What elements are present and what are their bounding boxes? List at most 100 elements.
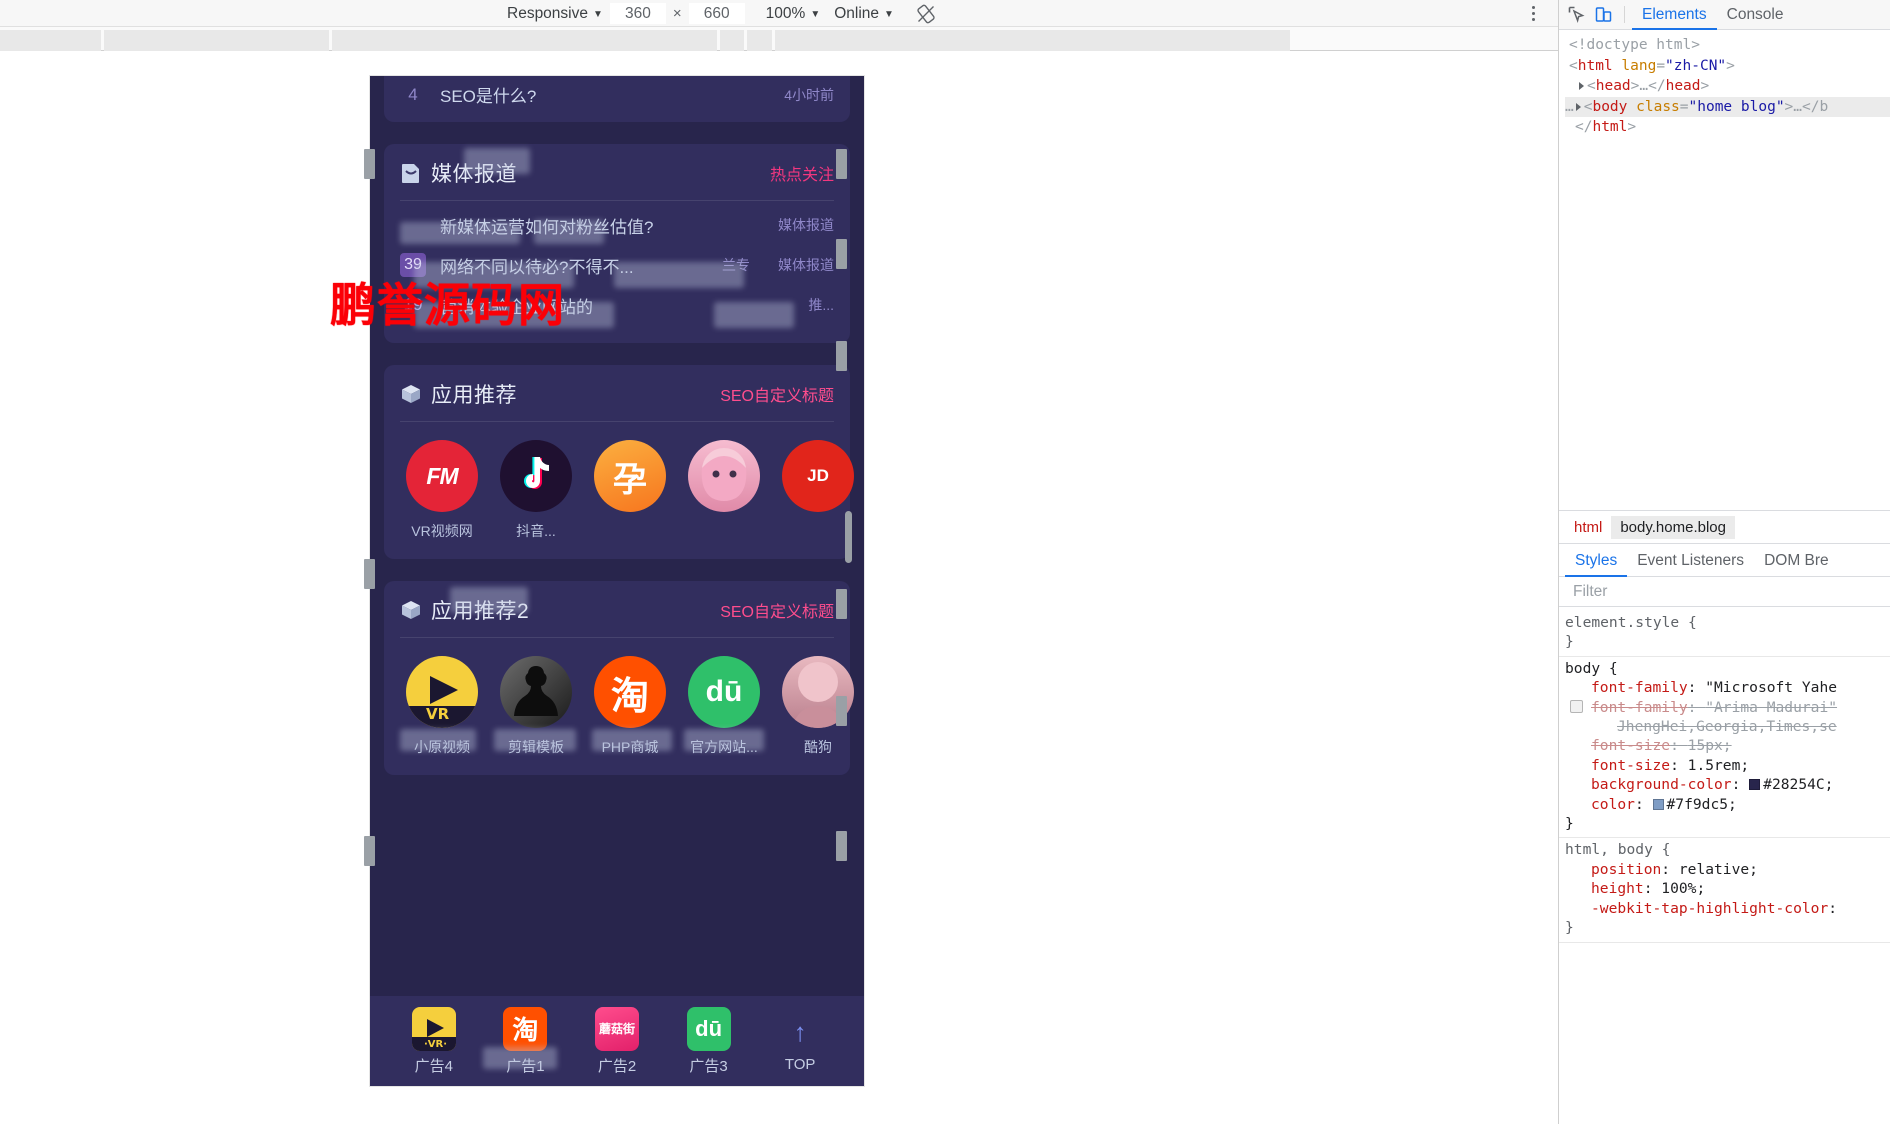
app-item[interactable]: 剪辑模板 [494,656,578,757]
rule-body: body { font-family: "Microsoft Yahe font… [1559,657,1890,839]
dom-line-body[interactable]: … <body class="home blog">…</b [1565,96,1890,118]
rule-selector: html, body { [1565,841,1671,859]
styles-pane[interactable]: element.style { } body { font-family: "M… [1559,607,1890,1124]
resize-handle-left[interactable] [364,149,375,179]
app-card-1-header: 应用推荐 SEO自定义标题 [400,379,834,421]
dom-attr-lang: lang [1621,57,1657,74]
ad-item[interactable]: dū 广告3 [673,1006,745,1076]
resize-handle-right[interactable] [836,589,847,619]
tab-elements[interactable]: Elements [1632,0,1717,30]
resize-handle-left[interactable] [364,836,375,866]
mogujie-icon: 蘑菇街 [594,1006,639,1051]
news-row[interactable]: 新媒体运营如何对粉丝估值? 媒体报道 [400,205,834,245]
resize-handle-right[interactable] [836,149,847,179]
app-label: VR视频网 [411,523,473,539]
property-value: 100%; [1661,880,1706,898]
css-property-font-size[interactable]: font-size: 1.5rem; [1565,756,1890,775]
back-to-top-label: TOP [784,1055,816,1073]
expand-triangle-icon[interactable] [1575,102,1581,111]
css-property-font-size-overridden[interactable]: font-size: 15px; [1565,736,1890,755]
styles-filter-input[interactable]: Filter [1559,577,1890,607]
zoom-selector[interactable]: 100% ▼ [759,3,828,24]
viewport-height-input[interactable]: 660 [688,3,745,24]
resize-handle-right[interactable] [836,696,847,726]
app-item[interactable]: 酷狗 [776,656,860,757]
media-card-title: 媒体报道 [431,163,517,186]
inspect-element-icon[interactable] [1563,1,1590,28]
chevron-down-icon: ▼ [884,8,894,20]
app-grid-2: VR 小原视频 剪辑模板 淘 PHP商城 dū 官方网站... 酷狗 [400,642,854,757]
dom-line-html[interactable]: <html lang="zh-CN"> [1565,56,1890,77]
css-property-font-family-overridden[interactable]: font-family: "Arima Madurai" [1565,698,1890,717]
media-card-more-link[interactable]: 热点关注 [770,161,834,185]
dom-line-html-close[interactable]: </html> [1565,117,1890,138]
color-swatch[interactable] [1749,779,1761,791]
css-property-position[interactable]: position: relative; [1565,860,1890,879]
expand-triangle-icon[interactable] [1579,82,1584,91]
css-property-background-color[interactable]: background-color: #28254C; [1565,775,1890,794]
breadcrumb-item-body[interactable]: body.home.blog [1611,515,1735,539]
css-property-continuation: JhengHei,Georgia,Times,se [1617,718,1837,736]
app-item[interactable]: VR 小原视频 [400,656,484,757]
news-tag-secondary: 媒体报道 [778,257,834,273]
svg-text:VR: VR [426,705,450,723]
breadcrumb-item-html[interactable]: html [1565,516,1611,539]
app-item[interactable]: 淘 PHP商城 [588,656,672,757]
resize-handle-right[interactable] [836,341,847,371]
tab-console[interactable]: Console [1717,0,1794,30]
dom-line-head[interactable]: <head>…</head> [1565,76,1890,97]
rotate-device-icon[interactable] [915,3,937,25]
throttling-label: Online [834,4,880,22]
ad-label: 广告1 [506,1057,545,1075]
device-emulation-pane: Responsive ▼ 360 × 660 100% ▼ Online ▼ 4… [0,0,1558,1124]
css-property-height[interactable]: height: 100%; [1565,879,1890,898]
mobile-page: 4 SEO是什么? 4小时前 媒体报道 热点关注 新媒体运营如何对粉丝估值? 媒… [370,76,864,1086]
property-name: color [1591,795,1635,813]
property-checkbox[interactable] [1570,699,1583,713]
resize-handle-scrollbar[interactable] [845,511,852,563]
app-item[interactable]: FM VR视频网 [400,440,484,541]
rule-close-brace: } [1565,919,1574,937]
viewport-width-input[interactable]: 360 [609,3,666,24]
back-to-top-button[interactable]: ↑ TOP [764,1010,836,1073]
tab-dom-breakpoints[interactable]: DOM Bre [1754,544,1839,577]
app-item[interactable]: 孕 [588,440,672,541]
ad-item[interactable]: 蘑菇街 广告2 [581,1006,653,1076]
device-preset-selector[interactable]: Responsive ▼ [500,3,610,24]
resize-handle-right[interactable] [836,239,847,269]
css-property-color[interactable]: color: #7f9dc5; [1565,795,1890,814]
app-card-1-more-link[interactable]: SEO自定义标题 [720,382,834,406]
property-value: "Arima Madurai" [1705,698,1838,716]
css-property-tap-highlight-color[interactable]: -webkit-tap-highlight-color: [1565,899,1890,918]
app-label: PHP商城 [601,739,659,755]
app-label: 小原视频 [414,739,470,755]
dom-tree[interactable]: <!doctype html> <html lang="zh-CN"> <hea… [1559,30,1890,510]
css-property-font-family[interactable]: font-family: "Microsoft Yahe [1565,678,1890,697]
resize-handle-right[interactable] [836,831,847,861]
property-value: #7f9dc5; [1666,795,1737,813]
tab-event-listeners[interactable]: Event Listeners [1627,544,1754,577]
qingting-fm-icon: FM [406,440,478,512]
property-name: font-size [1591,737,1671,755]
more-options-icon[interactable] [1524,0,1542,27]
rule-element-style: element.style { } [1559,611,1890,657]
app-item[interactable]: 抖音... [494,440,578,541]
app-item[interactable] [682,440,766,541]
property-value: 1.5rem; [1687,756,1750,774]
color-swatch[interactable] [1652,798,1664,810]
property-name: position [1591,860,1662,878]
baidu-icon: dū [686,1006,731,1051]
app-card-2-more-link[interactable]: SEO自定义标题 [720,598,834,622]
resize-handle-left[interactable] [364,559,375,589]
device-toolbar-icon[interactable] [1590,1,1617,28]
ad-item[interactable]: 淘 广告1 [483,1006,561,1076]
tab-styles[interactable]: Styles [1565,544,1627,577]
emulated-device-viewport[interactable]: 4 SEO是什么? 4小时前 媒体报道 热点关注 新媒体运营如何对粉丝估值? 媒… [370,76,864,1086]
app-label: 剪辑模板 [508,739,564,755]
hot-list-row[interactable]: 4 SEO是什么? 4小时前 [400,76,834,109]
ad-item[interactable]: ·VR· 广告4 [398,1006,470,1076]
hot-title: SEO是什么? [440,87,537,106]
hot-tag: 4小时前 [784,86,834,103]
app-item[interactable]: dū 官方网站... [682,656,766,757]
throttling-selector[interactable]: Online ▼ [827,3,901,24]
